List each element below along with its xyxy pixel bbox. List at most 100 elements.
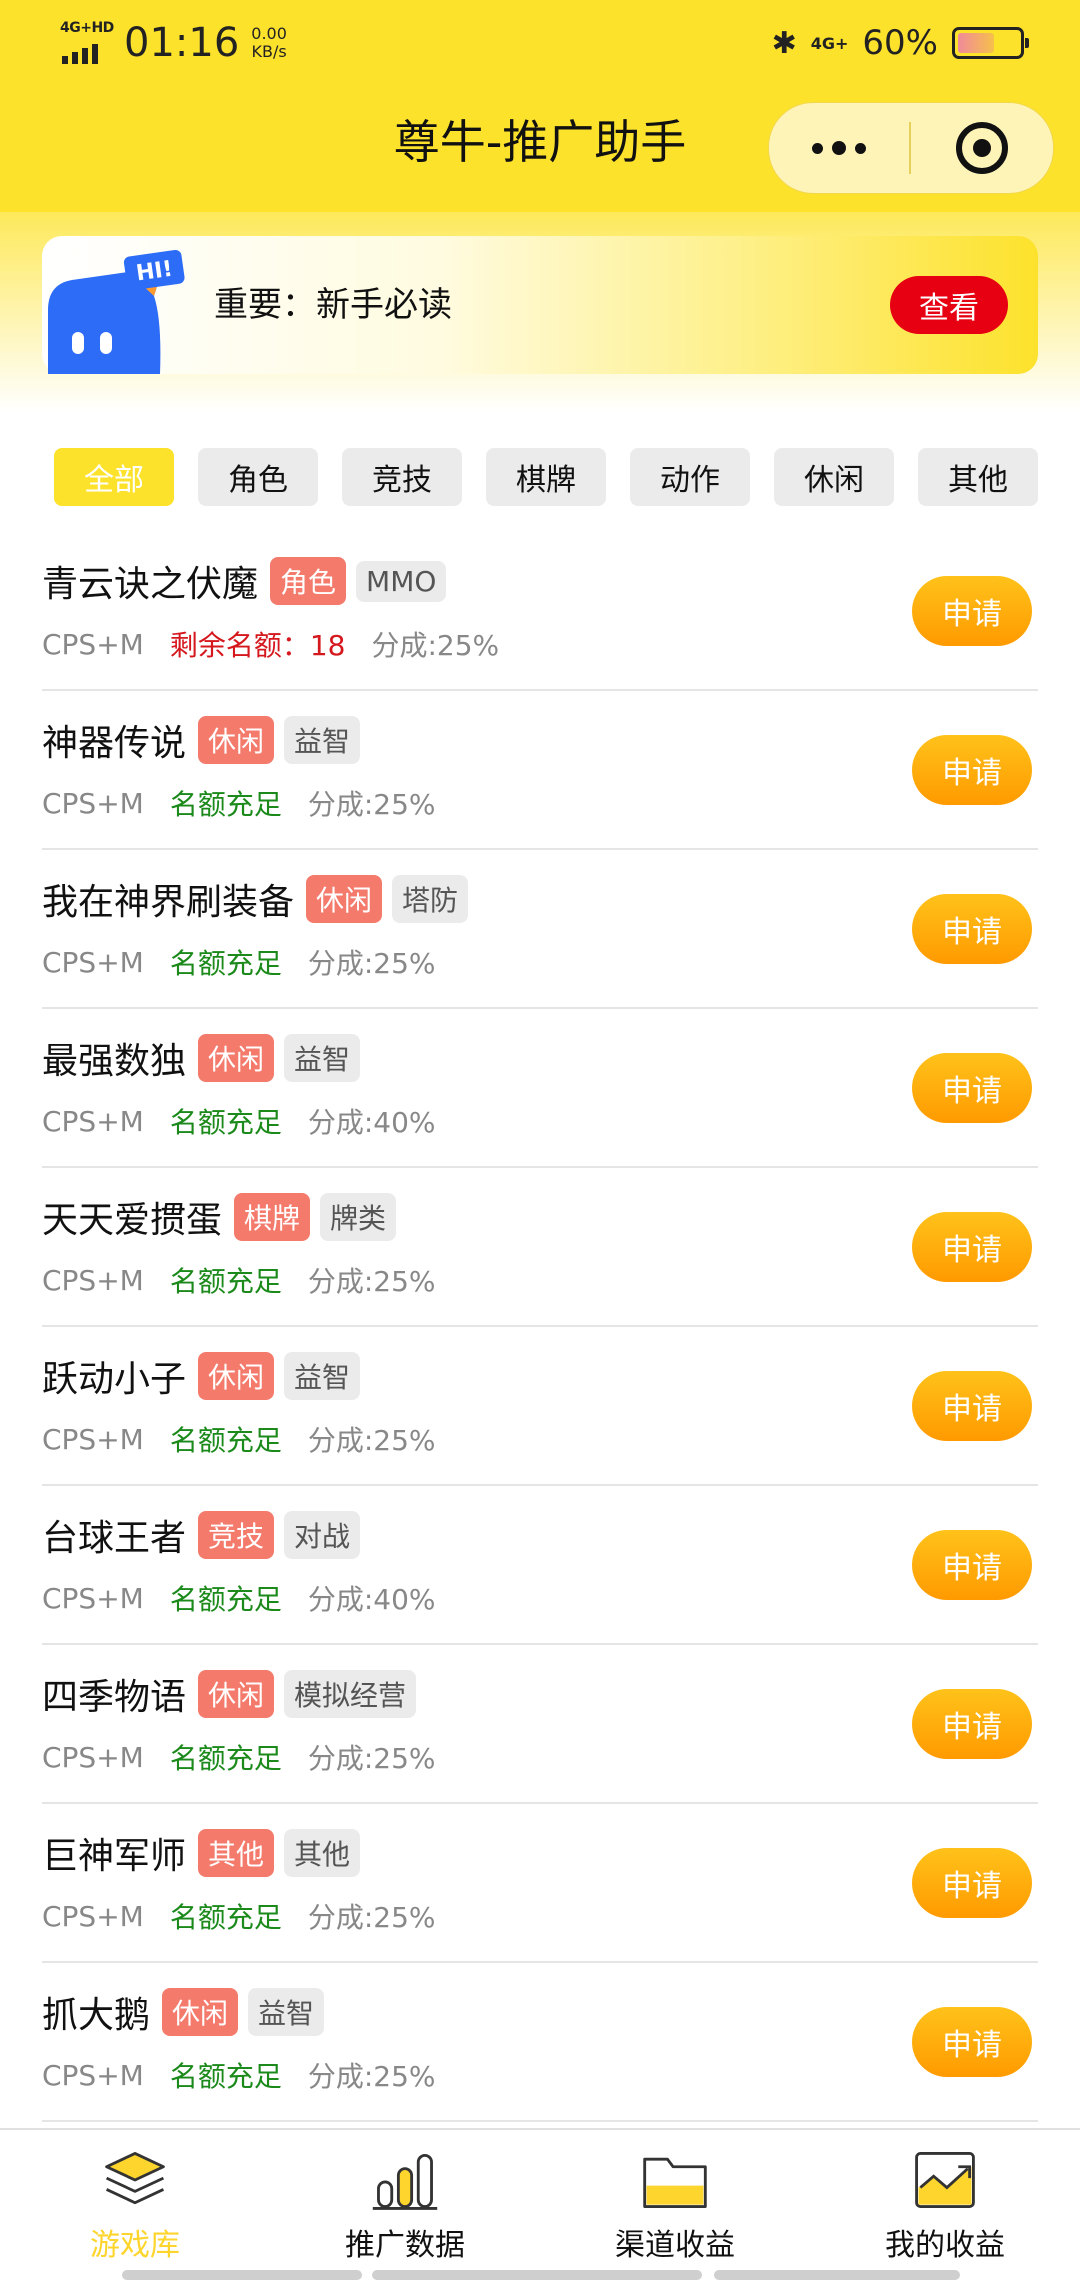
battery-percent: 60% bbox=[862, 23, 938, 63]
tab-label: 游戏库 bbox=[90, 2228, 180, 2263]
status-right: ✱ 4G+ 60% bbox=[772, 18, 1029, 68]
category-tab-casual[interactable]: 休闲 bbox=[774, 448, 894, 506]
subgenre-tag: 益智 bbox=[284, 716, 361, 764]
category-tab-competitive[interactable]: 竞技 bbox=[342, 448, 462, 506]
quota-status: 名额充足 bbox=[169, 1265, 282, 1298]
genre-tag: 棋牌 bbox=[234, 1193, 311, 1241]
apply-button[interactable]: 申请 bbox=[912, 1371, 1032, 1441]
billing-model: CPS+M bbox=[42, 945, 144, 979]
game-row[interactable]: 神器传说 休闲 益智 CPS+M 名额充足 分成:25% 申请 bbox=[42, 691, 1038, 850]
apply-button[interactable]: 申请 bbox=[912, 894, 1032, 964]
billing-model: CPS+M bbox=[42, 786, 144, 820]
game-row[interactable]: 我在神界刷装备 休闲 塔防 CPS+M 名额充足 分成:25% 申请 bbox=[42, 850, 1038, 1009]
more-dots-icon[interactable] bbox=[769, 103, 909, 193]
game-name: 神器传说 bbox=[42, 723, 187, 764]
bar-chart-icon bbox=[372, 2153, 438, 2210]
game-title-line: 我在神界刷装备 休闲 塔防 bbox=[42, 874, 469, 924]
game-name: 巨神军师 bbox=[42, 1836, 187, 1877]
game-name: 天天爱掼蛋 bbox=[42, 1200, 223, 1241]
category-tab-other[interactable]: 其他 bbox=[918, 448, 1038, 506]
revenue-share: 分成:25% bbox=[307, 1265, 436, 1298]
category-filter: 全部 角色 竞技 棋牌 动作 休闲 其他 bbox=[54, 448, 1040, 506]
apply-button[interactable]: 申请 bbox=[912, 576, 1032, 646]
game-row[interactable]: 跃动小子 休闲 益智 CPS+M 名额充足 分成:25% 申请 bbox=[42, 1327, 1038, 1486]
tab-game-library[interactable]: 游戏库 bbox=[0, 2144, 270, 2264]
game-row[interactable]: 最强数独 休闲 益智 CPS+M 名额充足 分成:40% 申请 bbox=[42, 1009, 1038, 1168]
game-title-line: 天天爱掼蛋 棋牌 牌类 bbox=[42, 1192, 397, 1242]
apply-button[interactable]: 申请 bbox=[912, 1848, 1032, 1918]
battery-level bbox=[958, 33, 994, 53]
mascot-badge-text: HI! bbox=[135, 257, 175, 287]
notice-text: 重要：新手必读 bbox=[214, 285, 452, 325]
tab-label: 渠道收益 bbox=[615, 2228, 735, 2263]
quota-status: 名额充足 bbox=[169, 2060, 282, 2093]
apply-button[interactable]: 申请 bbox=[912, 735, 1032, 805]
game-name: 最强数独 bbox=[42, 1041, 187, 1082]
game-name: 台球王者 bbox=[42, 1518, 187, 1559]
close-target-icon[interactable] bbox=[911, 103, 1053, 193]
game-title-line: 青云诀之伏魔 角色 MMO bbox=[42, 556, 447, 606]
bottom-tab-bar: 游戏库 推广数据 渠道收益 我的收益 bbox=[0, 2128, 1080, 2282]
billing-model: CPS+M bbox=[42, 1104, 144, 1138]
app-header: 4G+HD 01:16 0.00 KB/s ✱ 4G+ 60% 尊牛-推广助手 bbox=[0, 0, 1080, 212]
apply-button[interactable]: 申请 bbox=[912, 1053, 1032, 1123]
game-row[interactable]: 台球王者 竞技 对战 CPS+M 名额充足 分成:40% 申请 bbox=[42, 1486, 1038, 1645]
tab-label: 我的收益 bbox=[885, 2228, 1005, 2263]
revenue-share: 分成:25% bbox=[371, 629, 500, 662]
game-meta-line: CPS+M 剩余名额：18 分成:25% bbox=[42, 624, 499, 664]
category-tab-action[interactable]: 动作 bbox=[630, 448, 750, 506]
battery-icon bbox=[952, 27, 1029, 59]
game-title-line: 最强数独 休闲 益智 bbox=[42, 1033, 361, 1083]
apply-button[interactable]: 申请 bbox=[912, 1212, 1032, 1282]
genre-tag: 休闲 bbox=[198, 1034, 275, 1082]
game-row[interactable]: 巨神军师 其他 其他 CPS+M 名额充足 分成:25% 申请 bbox=[42, 1804, 1038, 1963]
game-name: 我在神界刷装备 bbox=[42, 882, 295, 923]
notice-banner[interactable]: HI! 重要：新手必读 查看 bbox=[42, 236, 1038, 374]
tab-my-income[interactable]: 我的收益 bbox=[810, 2144, 1080, 2264]
game-meta-line: CPS+M 名额充足 分成:25% bbox=[42, 942, 436, 982]
category-tab-board[interactable]: 棋牌 bbox=[486, 448, 606, 506]
game-row[interactable]: 抓大鹅 休闲 益智 CPS+M 名额充足 分成:25% 申请 bbox=[42, 1963, 1038, 2122]
game-name: 抓大鹅 bbox=[42, 1995, 151, 2036]
game-meta-line: CPS+M 名额充足 分成:40% bbox=[42, 1101, 436, 1141]
home-indicator-segment bbox=[714, 2270, 960, 2280]
quota-status: 名额充足 bbox=[169, 1901, 282, 1934]
mascot-icon: HI! bbox=[48, 250, 185, 374]
revenue-share: 分成:25% bbox=[307, 947, 436, 980]
revenue-share: 分成:25% bbox=[307, 1742, 436, 1775]
speed-unit: KB/s bbox=[251, 42, 287, 61]
tab-channel-income[interactable]: 渠道收益 bbox=[540, 2144, 810, 2264]
game-row[interactable]: 天天爱掼蛋 棋牌 牌类 CPS+M 名额充足 分成:25% 申请 bbox=[42, 1168, 1038, 1327]
category-tab-all[interactable]: 全部 bbox=[54, 448, 174, 506]
apply-button[interactable]: 申请 bbox=[912, 1530, 1032, 1600]
signal-icon: 4G+HD bbox=[60, 20, 116, 66]
genre-tag: 休闲 bbox=[198, 1352, 275, 1400]
game-meta-line: CPS+M 名额充足 分成:25% bbox=[42, 1737, 436, 1777]
trend-image-icon bbox=[915, 2152, 975, 2208]
quota-status: 名额充足 bbox=[169, 1424, 282, 1457]
apply-button[interactable]: 申请 bbox=[912, 1689, 1032, 1759]
apply-button[interactable]: 申请 bbox=[912, 2007, 1032, 2077]
quota-status: 剩余名额：18 bbox=[169, 629, 346, 662]
game-title-line: 跃动小子 休闲 益智 bbox=[42, 1351, 361, 1401]
game-row[interactable]: 青云诀之伏魔 角色 MMO CPS+M 剩余名额：18 分成:25% 申请 bbox=[42, 532, 1038, 691]
view-notice-button[interactable]: 查看 bbox=[890, 276, 1008, 334]
tab-promo-data[interactable]: 推广数据 bbox=[270, 2144, 540, 2264]
network-speed: 0.00 KB/s bbox=[251, 25, 287, 61]
subgenre-tag: 对战 bbox=[284, 1511, 361, 1559]
billing-model: CPS+M bbox=[42, 1581, 144, 1615]
game-title-line: 台球王者 竞技 对战 bbox=[42, 1510, 361, 1560]
network-type-left: 4G+HD bbox=[60, 20, 114, 36]
billing-model: CPS+M bbox=[42, 627, 144, 661]
game-title-line: 抓大鹅 休闲 益智 bbox=[42, 1987, 325, 2037]
genre-tag: 休闲 bbox=[162, 1988, 239, 2036]
genre-tag: 竞技 bbox=[198, 1511, 275, 1559]
game-row[interactable]: 四季物语 休闲 模拟经营 CPS+M 名额充足 分成:25% 申请 bbox=[42, 1645, 1038, 1804]
status-bar: 4G+HD 01:16 0.00 KB/s ✱ 4G+ 60% bbox=[0, 0, 1080, 86]
game-meta-line: CPS+M 名额充足 分成:25% bbox=[42, 1896, 436, 1936]
category-tab-role[interactable]: 角色 bbox=[198, 448, 318, 506]
revenue-share: 分成:25% bbox=[307, 2060, 436, 2093]
genre-tag: 角色 bbox=[270, 557, 347, 605]
game-meta-line: CPS+M 名额充足 分成:25% bbox=[42, 2055, 436, 2095]
revenue-share: 分成:25% bbox=[307, 1901, 436, 1934]
